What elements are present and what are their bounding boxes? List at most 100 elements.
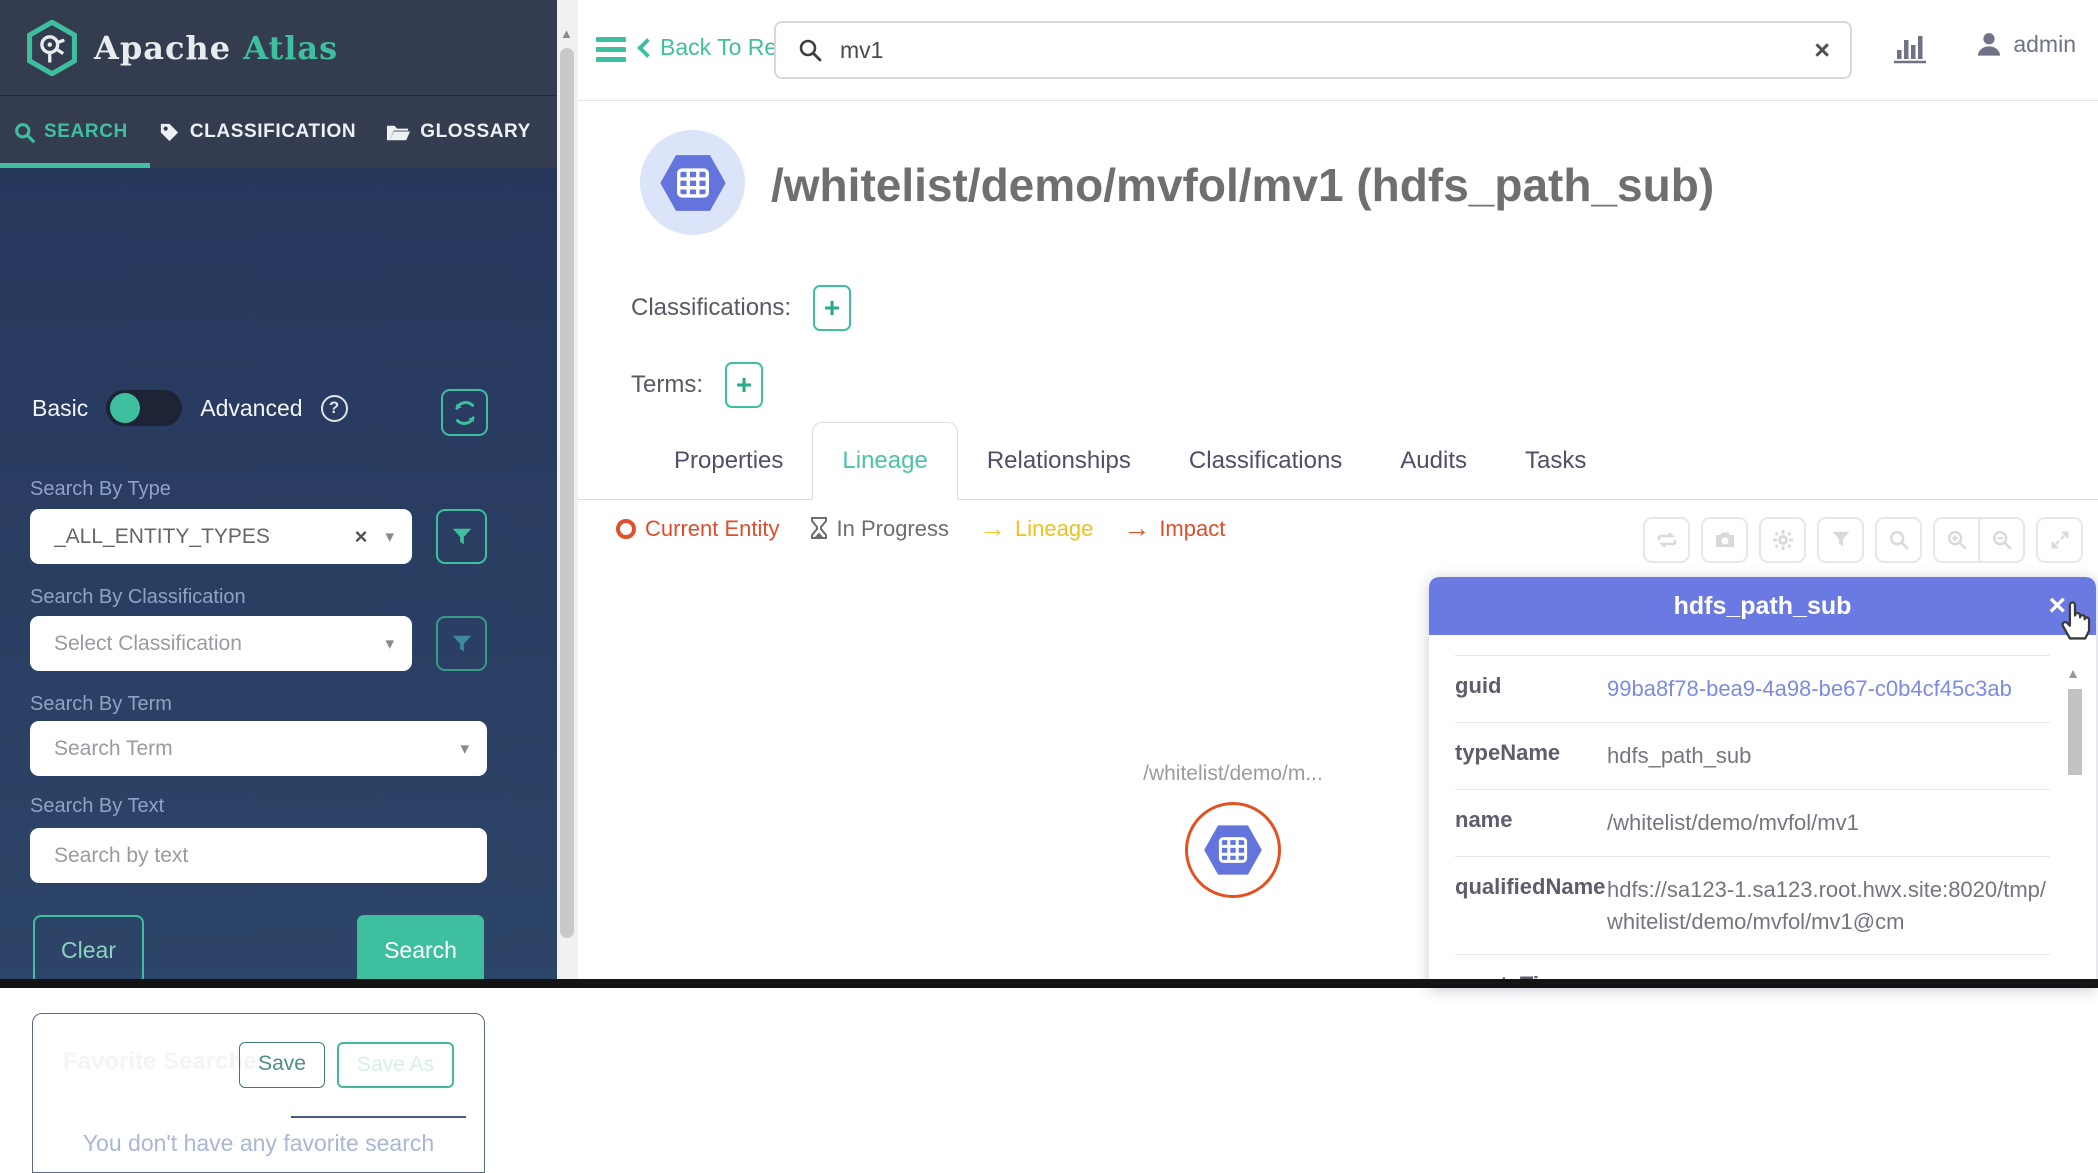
filter-icon [1830,529,1852,551]
tab-relationships[interactable]: Relationships [958,422,1160,499]
tab-properties[interactable]: Properties [645,422,812,499]
basic-advanced-toggle[interactable] [106,390,182,426]
sidebar-tab-glossary[interactable]: GLOSSARY [386,121,531,143]
current-entity-icon [616,519,636,539]
terms-row: Terms: + [631,362,763,408]
user-menu[interactable]: admin [1975,30,2076,58]
username: admin [2013,31,2076,58]
guid-link[interactable]: 99ba8f78-bea9-4a98-be67-c0b4cf45c3ab [1607,673,2050,705]
scroll-up-icon[interactable]: ▲ [560,26,573,41]
search-by-text-input[interactable]: Search by text [30,828,487,883]
sidebar-tab-label: CLASSIFICATION [190,121,356,143]
sidebar-tab-label: SEARCH [44,121,128,143]
lineage-toolbar [1643,517,2083,563]
type-filter-button[interactable] [436,509,487,564]
zoom-in-icon [1946,529,1968,551]
classification-filter-button[interactable] [436,616,487,671]
divider [291,1116,466,1118]
add-classification-button[interactable]: + [813,285,851,331]
lineage-arrow-icon: → [979,515,1006,542]
sidebar-tab-label: GLOSSARY [420,121,531,143]
terms-label: Terms: [631,371,703,399]
search-by-term-select[interactable]: Search Term ▾ [30,721,487,776]
search-mode-row: Basic Advanced ? [32,390,348,426]
popover-header: hdfs_path_sub × [1429,577,2096,635]
tab-audits[interactable]: Audits [1371,422,1496,499]
classifications-row: Classifications: + [631,285,851,331]
reset-layout-button[interactable] [1643,517,1690,563]
hourglass-icon [810,517,828,541]
favorite-searches-panel: Favorite Searches Save Save As You don't… [32,1013,485,1173]
clear-button[interactable]: Clear [33,915,144,985]
sidebar-nav: SEARCH CLASSIFICATION GLOSSARY [0,96,557,168]
basic-mode-label: Basic [32,395,88,422]
search-node-button[interactable] [1875,517,1922,563]
tag-icon [158,121,181,144]
search-button[interactable]: Search [357,915,484,985]
legend-lineage: → Lineage [979,515,1093,542]
scroll-up-icon[interactable]: ▲ [2066,665,2080,681]
search-by-text-label: Search By Text [30,795,164,818]
app-logo[interactable]: Apache Atlas [0,0,557,96]
user-icon [1975,30,2003,58]
sidebar-tab-classification[interactable]: CLASSIFICATION [158,121,356,144]
search-icon [1888,529,1910,551]
table-row: name /whitelist/demo/mvfol/mv1 [1455,790,2050,857]
fullscreen-button[interactable] [2036,517,2083,563]
popover-title: hdfs_path_sub [1674,592,1852,621]
zoom-out-icon [1991,529,2013,551]
lineage-legend: Current Entity In Progress → Lineage → I… [616,515,1225,542]
app-title: Apache Atlas [94,29,338,67]
zoom-in-button[interactable] [1933,517,1980,563]
filter-icon [451,633,473,655]
popover-scrollbar-thumb[interactable] [2068,689,2082,775]
impact-arrow-icon: → [1123,515,1150,542]
filter-icon [451,526,473,548]
repeat-icon [1655,528,1679,552]
refresh-icon [452,400,478,426]
search-query-text: mv1 [840,37,1814,64]
save-button[interactable]: Save [239,1042,325,1088]
folder-open-icon [386,122,411,143]
legend-current-entity: Current Entity [616,516,780,542]
save-as-button[interactable]: Save As [337,1042,454,1088]
chevron-down-icon: ▾ [460,739,469,759]
legend-in-progress: In Progress [810,516,950,542]
entity-type-icon [640,130,745,235]
chevron-down-icon: ▾ [385,634,394,654]
search-by-type-select[interactable]: _ALL_ENTITY_TYPES × ▾ [30,509,412,564]
current-entity-node[interactable] [1185,802,1281,898]
screenshot-button[interactable] [1701,517,1748,563]
legend-impact: → Impact [1123,515,1225,542]
add-term-button[interactable]: + [725,362,763,408]
filter-button[interactable] [1817,517,1864,563]
statistics-button[interactable] [1890,28,1930,68]
entity-attributes-table: guid 99ba8f78-bea9-4a98-be67-c0b4cf45c3a… [1455,655,2050,988]
chevron-left-icon [637,38,657,58]
bottom-edge-bar [0,979,2098,988]
refresh-button[interactable] [441,389,488,436]
search-by-classification-select[interactable]: Select Classification ▾ [30,616,412,671]
global-search-input[interactable]: mv1 × [774,21,1852,79]
help-icon[interactable]: ? [321,395,348,422]
zoom-button-group [1933,517,2025,563]
search-by-classification-label: Search By Classification [30,586,246,609]
main-area: Back To Results mv1 × [578,0,2098,988]
settings-button[interactable] [1759,517,1806,563]
zoom-out-button[interactable] [1978,517,2025,563]
clear-search-icon[interactable]: × [1814,37,1830,64]
sidebar-tab-search[interactable]: SEARCH [14,121,128,143]
tab-lineage[interactable]: Lineage [812,422,957,500]
search-icon [798,38,822,62]
clear-type-icon[interactable]: × [355,524,368,550]
tab-classifications[interactable]: Classifications [1160,422,1371,499]
camera-icon [1713,528,1737,552]
tab-tasks[interactable]: Tasks [1496,422,1615,499]
classifications-label: Classifications: [631,294,791,322]
scrollbar-thumb[interactable] [560,48,574,938]
expand-icon [2049,529,2071,551]
menu-icon[interactable] [596,37,626,67]
sidebar-scrollbar[interactable]: ▲ [557,0,578,988]
top-bar: Back To Results mv1 × [578,0,2098,101]
bar-chart-icon [1890,28,1930,68]
